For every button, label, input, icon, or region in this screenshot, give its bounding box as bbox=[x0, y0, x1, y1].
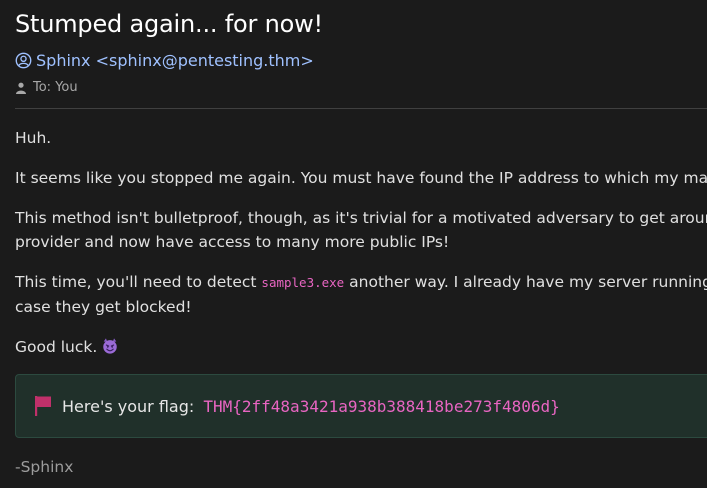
email-recipient: To: You bbox=[15, 80, 78, 95]
good-luck-text: Good luck. bbox=[15, 338, 98, 356]
flag-label: Here's your flag: bbox=[62, 397, 195, 416]
body-paragraph-2: It seems like you stopped me again. You … bbox=[15, 169, 707, 187]
header-divider bbox=[15, 108, 707, 109]
body-paragraph-3: This method isn't bulletproof, though, a… bbox=[15, 206, 707, 254]
email-signature: -Sphinx bbox=[15, 458, 74, 476]
person-icon bbox=[16, 82, 26, 94]
flag-icon bbox=[35, 396, 51, 416]
user-circle-icon bbox=[15, 52, 32, 69]
body-paragraph-3-line-1: This method isn't bulletproof, though, a… bbox=[15, 209, 707, 227]
body-paragraph-5: Good luck. bbox=[15, 335, 119, 359]
flag-callout: Here's your flag: THM{2ff48a3421a938b388… bbox=[15, 374, 707, 438]
body-paragraph-3-line-2: provider and now have access to many mor… bbox=[15, 233, 450, 251]
email-subject: Stumped again... for now! bbox=[15, 10, 323, 38]
p4-text-after: another way. I already have my server ru… bbox=[344, 273, 707, 291]
body-paragraph-4: This time, you'll need to detect sample3… bbox=[15, 270, 707, 319]
email-sender[interactable]: Sphinx <sphinx@pentesting.thm> bbox=[15, 51, 314, 70]
flag-text: Here's your flag: THM{2ff48a3421a938b388… bbox=[62, 397, 560, 416]
flag-value[interactable]: THM{2ff48a3421a938b388418be273f4806d} bbox=[203, 397, 559, 416]
body-paragraph-4-line-2: case they get blocked! bbox=[15, 298, 192, 316]
body-paragraph-1: Huh. bbox=[15, 129, 52, 147]
sample-filename-code: sample3.exe bbox=[261, 275, 345, 290]
recipient-label: To: You bbox=[33, 80, 78, 95]
smiling-devil-emoji-icon bbox=[103, 338, 118, 354]
sender-address: Sphinx <sphinx@pentesting.thm> bbox=[36, 51, 314, 70]
body-paragraph-4-line-1: This time, you'll need to detect sample3… bbox=[15, 270, 707, 295]
p4-text-before: This time, you'll need to detect bbox=[15, 273, 262, 291]
